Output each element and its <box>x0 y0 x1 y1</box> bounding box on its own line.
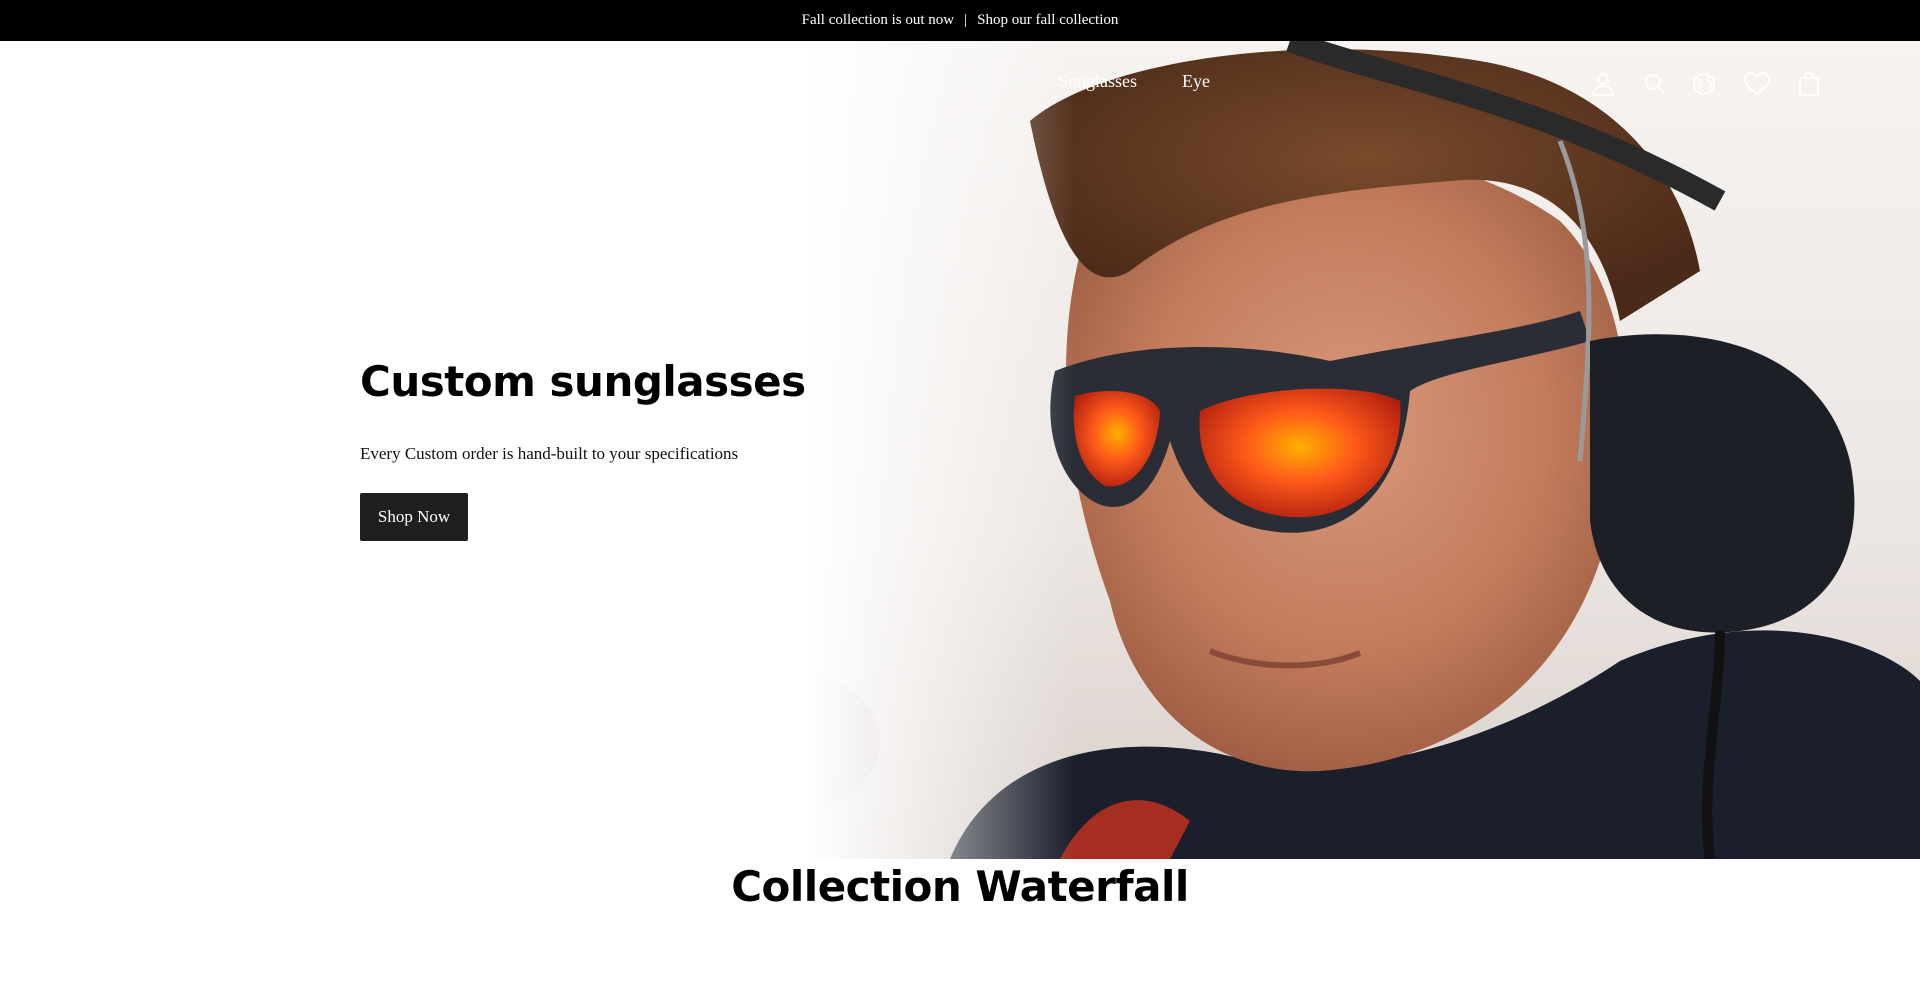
hero-title: Custom sunglasses <box>360 357 806 406</box>
shop-now-button[interactable]: Shop Now <box>360 493 468 541</box>
announcement-link[interactable]: Shop our fall collection <box>977 12 1118 29</box>
hero-subtitle: Every Custom order is hand-built to your… <box>360 444 739 463</box>
announcement-separator: | <box>964 12 968 28</box>
account-icon[interactable] <box>1588 69 1618 99</box>
hero-content: Custom sunglasses Every Custom order is … <box>360 357 806 541</box>
announcement-bar: Fall collection is out now | Shop our fa… <box>0 0 1920 41</box>
search-icon[interactable] <box>1640 69 1670 99</box>
collection-title: Collection Waterfall <box>731 862 1189 911</box>
announcement-message[interactable]: Fall collection is out now <box>802 12 954 29</box>
nav-link-sunglasses[interactable]: Sunglasses <box>1058 71 1137 92</box>
hero-image <box>0 41 1920 859</box>
main-navigation: Sunglasses Eye <box>0 41 1920 127</box>
wishlist-icon[interactable] <box>1742 69 1772 99</box>
hero-banner <box>0 41 1920 859</box>
globe-icon[interactable] <box>1689 69 1719 99</box>
cart-icon[interactable] <box>1794 69 1824 99</box>
nav-link-eye[interactable]: Eye <box>1182 71 1210 92</box>
